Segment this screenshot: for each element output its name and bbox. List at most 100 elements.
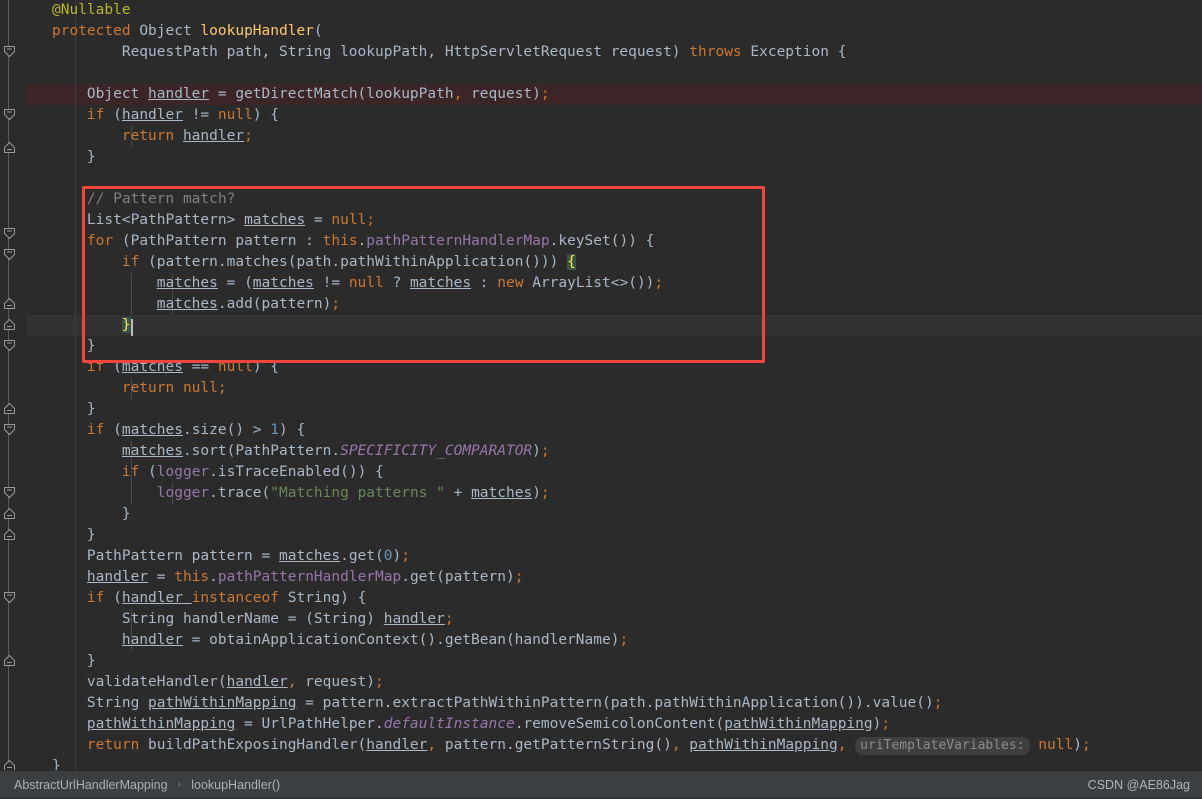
code-token: ; — [375, 674, 384, 690]
code-line[interactable]: return buildPathExposingHandler(handler,… — [0, 735, 1091, 756]
code-token: if — [86, 359, 105, 375]
code-line[interactable]: if (matches.size() > 1) { — [0, 420, 305, 441]
fold-collapse-up-icon[interactable] — [2, 653, 17, 668]
breadcrumb-item-class[interactable]: AbstractUrlHandlerMapping — [12, 778, 170, 792]
code-line[interactable]: return handler; — [0, 126, 253, 147]
code-token: "Matching patterns " — [270, 485, 445, 501]
code-token: handler — [121, 632, 183, 648]
code-line[interactable]: handler = this.pathPatternHandlerMap.get… — [0, 567, 524, 588]
code-token: pathWithinMapping — [689, 737, 838, 753]
code-token: } — [52, 149, 96, 165]
code-line[interactable]: if (pattern.matches(path.pathWithinAppli… — [0, 252, 576, 273]
code-token: matches — [244, 212, 306, 228]
fold-collapse-down-icon[interactable] — [2, 590, 17, 605]
code-line[interactable]: if (logger.isTraceEnabled()) { — [0, 462, 384, 483]
code-token: ; — [654, 275, 664, 291]
watermark-label: CSDN @AE86Jag — [1087, 778, 1190, 792]
fold-collapse-down-icon[interactable] — [2, 247, 17, 262]
code-line[interactable]: if (matches == null) { — [0, 357, 279, 378]
code-token: ArrayList<>()) — [523, 275, 655, 291]
code-token: ) { — [252, 107, 280, 123]
code-token: pathWithinMapping — [148, 695, 297, 711]
code-token: request) — [296, 674, 376, 690]
code-line[interactable]: Object handler = getDirectMatch(lookupPa… — [0, 84, 550, 105]
code-token: String handlerName = (String) — [52, 611, 384, 627]
fold-collapse-up-icon[interactable] — [2, 506, 17, 521]
code-token: } — [52, 506, 131, 522]
code-token: matches — [409, 275, 472, 291]
code-token: return — [121, 380, 183, 396]
code-line[interactable]: List<PathPattern> matches = null; — [0, 210, 375, 231]
code-token: ; — [540, 443, 550, 459]
code-text-layer[interactable]: @Nullable protected Object lookupHandler(… — [0, 0, 1202, 770]
code-token: ; — [540, 86, 550, 102]
code-token: if — [121, 464, 140, 480]
code-token: instanceof — [191, 590, 280, 606]
code-line[interactable]: validateHandler(handler, request); — [0, 672, 384, 693]
code-token: != — [313, 275, 349, 291]
code-token: ; — [933, 695, 943, 711]
code-line[interactable]: String handlerName = (String) handler; — [0, 609, 454, 630]
code-editor[interactable]: @Nullable protected Object lookupHandler(… — [0, 0, 1202, 770]
code-line[interactable]: matches = (matches != null ? matches : n… — [0, 273, 663, 294]
code-token: protected — [52, 23, 140, 39]
fold-collapse-up-icon[interactable] — [2, 317, 17, 332]
code-token: .trace( — [209, 485, 271, 501]
code-token: RequestPath path, String lookupPath, Htt… — [52, 44, 690, 60]
fold-collapse-up-icon[interactable] — [2, 140, 17, 155]
fold-collapse-down-icon[interactable] — [2, 226, 17, 241]
fold-collapse-down-icon[interactable] — [2, 107, 17, 122]
code-token: } — [52, 338, 96, 354]
code-token: String — [52, 695, 149, 711]
code-line[interactable]: RequestPath path, String lookupPath, Htt… — [0, 42, 847, 63]
code-token: String) { — [279, 590, 367, 606]
code-token: = — [148, 569, 175, 585]
code-token: request) — [462, 86, 541, 102]
code-line[interactable]: // Pattern match? — [0, 189, 235, 210]
fold-collapse-down-icon[interactable] — [2, 44, 17, 59]
code-token: ; — [331, 296, 341, 312]
fold-collapse-up-icon[interactable] — [2, 401, 17, 416]
code-token: ( — [104, 590, 122, 606]
code-token: defaultInstance — [383, 716, 515, 732]
code-line[interactable]: String pathWithinMapping = pattern.extra… — [0, 693, 943, 714]
fold-collapse-down-icon[interactable] — [2, 338, 17, 353]
fold-collapse-down-icon[interactable] — [2, 422, 17, 437]
code-token: ) — [532, 443, 541, 459]
fold-gutter[interactable] — [0, 0, 26, 770]
code-line[interactable]: matches.add(pattern); — [0, 294, 340, 315]
code-token: . — [209, 569, 218, 585]
code-line[interactable]: PathPattern pattern = matches.get(0); — [0, 546, 410, 567]
code-token: ; — [244, 128, 253, 144]
breadcrumb-item-method[interactable]: lookupHandler() — [189, 778, 282, 792]
code-token: SPECIFICITY_COMPARATOR — [340, 443, 533, 459]
fold-collapse-up-icon[interactable] — [2, 296, 17, 311]
code-line[interactable]: matches.sort(PathPattern.SPECIFICITY_COM… — [0, 441, 550, 462]
code-line[interactable]: if (handler != null) { — [0, 105, 279, 126]
code-line[interactable]: for (PathPattern pattern : this.pathPatt… — [0, 231, 654, 252]
code-token: pathPatternHandlerMap — [217, 569, 402, 585]
code-line[interactable]: if (handler instanceof String) { — [0, 588, 366, 609]
code-line[interactable]: return null; — [0, 378, 227, 399]
code-line[interactable]: pathWithinMapping = UrlPathHelper.defaul… — [0, 714, 890, 735]
code-line[interactable]: handler = obtainApplicationContext().get… — [0, 630, 628, 651]
code-token: (PathPattern pattern : — [113, 233, 323, 249]
fold-collapse-up-icon[interactable] — [2, 527, 17, 542]
code-token: ) { — [252, 359, 280, 375]
code-line[interactable]: protected Object lookupHandler( — [0, 21, 323, 42]
code-line[interactable]: logger.trace("Matching patterns " + matc… — [0, 483, 550, 504]
code-token: Object — [139, 23, 201, 39]
code-token: handler — [226, 674, 288, 690]
fold-collapse-down-icon[interactable] — [2, 485, 17, 500]
fold-collapse-up-icon[interactable] — [2, 758, 17, 770]
code-token: null — [1038, 737, 1074, 753]
code-token: handler — [366, 737, 428, 753]
breadcrumb-bar: AbstractUrlHandlerMapping › lookupHandle… — [0, 770, 1202, 798]
